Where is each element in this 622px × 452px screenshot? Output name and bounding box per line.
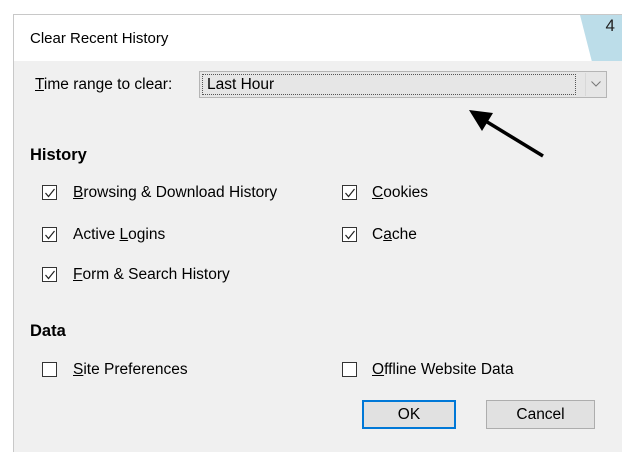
label-prefix: C (372, 226, 384, 243)
time-range-label-text: ime range to clear: (43, 76, 173, 93)
checkbox-site-preferences[interactable] (42, 362, 57, 377)
checkmark-icon (45, 270, 55, 280)
checkbox-offline-website-data[interactable] (342, 362, 357, 377)
checkbox-form-search-history[interactable] (42, 267, 57, 282)
checkmark-icon (345, 230, 355, 240)
label-text: ookies (383, 184, 429, 201)
checkmark-icon (345, 188, 355, 198)
label-mnemonic: S (73, 361, 84, 378)
label-text: ite Preferences (83, 361, 188, 378)
label-mnemonic: O (372, 361, 385, 378)
label-offline-website-data: Offline Website Data (372, 361, 514, 379)
step-badge-number: 4 (605, 16, 615, 35)
checkmark-icon (45, 230, 55, 240)
annotation-arrow-icon (469, 110, 544, 158)
label-active-logins: Active Logins (73, 226, 165, 244)
checkbox-cache[interactable] (342, 227, 357, 242)
label-text: ogins (128, 226, 166, 243)
label-cookies: Cookies (372, 184, 428, 202)
checkbox-active-logins[interactable] (42, 227, 57, 242)
label-text: che (391, 226, 417, 243)
label-mnemonic: L (119, 226, 129, 243)
checkbox-cookies[interactable] (342, 185, 357, 200)
label-mnemonic: B (73, 184, 84, 201)
label-prefix: Active (73, 226, 120, 243)
data-heading: Data (30, 322, 66, 340)
history-heading: History (30, 146, 87, 164)
checkbox-browsing-history[interactable] (42, 185, 57, 200)
ok-button[interactable]: OK (362, 400, 456, 429)
checkmark-icon (45, 188, 55, 198)
time-range-label: Time range to clear: (35, 76, 172, 94)
dialog-titlebar: Clear Recent History 4 (14, 15, 622, 61)
label-browsing-history: Browsing & Download History (73, 184, 277, 202)
chevron-down-icon (591, 81, 601, 87)
time-range-select[interactable]: Last Hour (199, 71, 607, 98)
label-text: ffline Website Data (384, 361, 514, 378)
label-cache: Cache (372, 226, 417, 244)
label-mnemonic: C (372, 184, 384, 201)
label-site-preferences: Site Preferences (73, 361, 188, 379)
label-text: orm & Search History (82, 266, 230, 283)
time-range-value: Last Hour (202, 74, 576, 95)
time-range-dropdown-arrow[interactable] (585, 73, 605, 96)
step-badge: 4 (580, 15, 622, 61)
label-mnemonic: a (383, 226, 392, 243)
label-text: rowsing & Download History (83, 184, 278, 201)
time-range-label-mnemonic: T (35, 76, 44, 93)
label-form-search-history: Form & Search History (73, 266, 230, 284)
cancel-button[interactable]: Cancel (486, 400, 595, 429)
dialog-title: Clear Recent History (30, 30, 169, 47)
